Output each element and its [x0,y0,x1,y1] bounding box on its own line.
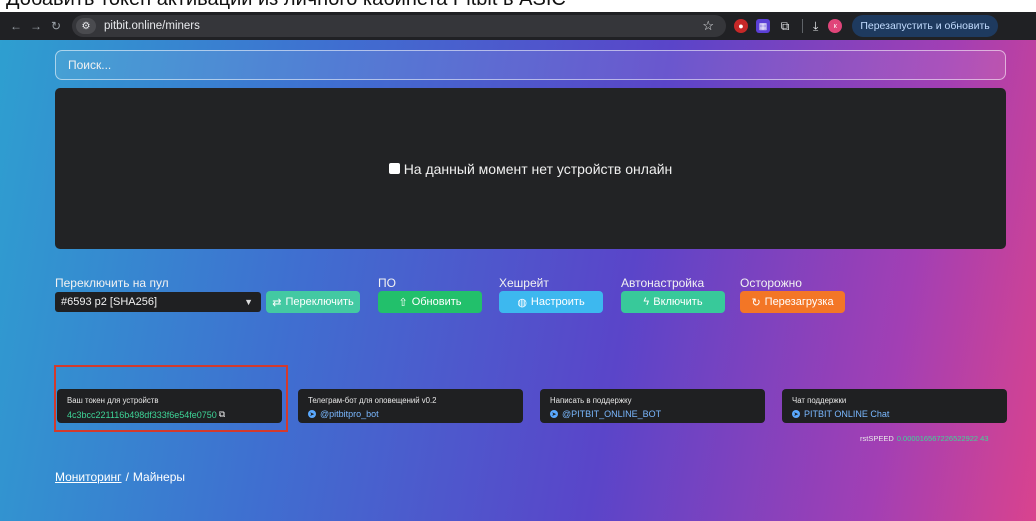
restart-update-button[interactable]: Перезапустить и обновить [852,15,998,37]
puzzle-icon[interactable]: ⧉ [778,19,792,33]
breadcrumb-current: Майнеры [132,470,186,484]
switch-button-label: Переключить [285,296,354,308]
tutorial-caption: Добавить токен активации из личного каби… [0,0,1036,12]
support-link[interactable]: @PITBIT_ONLINE_BOT [562,409,661,419]
page-content: Поиск... На данный момент нет устройств … [0,40,1036,521]
pool-label: Переключить на пул [55,276,169,290]
chat-card-title: Чат поддержки [792,396,847,405]
configure-button[interactable]: ◍ Настроить [499,291,603,313]
telegram-link[interactable]: @pitbitpro_bot [320,409,379,419]
chat-card: Чат поддержки ➤ PITBIT ONLINE Chat [782,389,1007,423]
breadcrumb-separator: / [125,470,129,484]
reboot-button-label: Перезагрузка [764,296,834,308]
chevron-down-icon: ▼ [244,297,253,307]
reload-icon[interactable]: ↻ [46,19,66,33]
checkbox-icon [388,163,400,174]
telegram-link-row[interactable]: ➤ @pitbitpro_bot [308,409,523,419]
url-text: pitbit.online/miners [104,20,200,32]
support-card-title: Написать в поддержку [550,396,632,405]
telegram-icon: ➤ [308,410,316,418]
chat-link-row[interactable]: ➤ PITBIT ONLINE Chat [792,409,1007,419]
address-bar[interactable]: ⚙ pitbit.online/miners ☆ [72,15,726,37]
refresh-icon: ↻ [751,296,761,309]
rst-label: rstSPEED [860,434,894,443]
back-icon[interactable]: ← [6,19,26,33]
forward-icon[interactable]: → [26,19,46,33]
update-button-label: Обновить [411,296,462,308]
hashrate-label: Хешрейт [499,276,549,290]
update-button[interactable]: ⇧ Обновить [378,291,482,313]
site-settings-icon[interactable]: ⚙ [76,18,96,34]
empty-state-text: На данный момент нет устройств онлайн [403,160,673,177]
extension-purple-icon[interactable]: ▦ [756,19,770,33]
devices-panel: На данный момент нет устройств онлайн [55,88,1006,249]
enable-button-label: Включить [653,296,703,308]
breadcrumb-monitoring-link[interactable]: Мониторинг [55,470,122,484]
support-link-row[interactable]: ➤ @PITBIT_ONLINE_BOT [550,409,765,419]
chat-link[interactable]: PITBIT ONLINE Chat [804,409,889,419]
support-card: Написать в поддержку ➤ @PITBIT_ONLINE_BO… [540,389,765,423]
switch-icon: ⇄ [272,296,282,309]
gauge-icon: ◍ [517,296,527,309]
extension-red-icon[interactable]: ● [734,19,748,33]
telegram-icon: ➤ [792,410,800,418]
pool-select-value: #6593 p2 [SHA256] [61,296,158,308]
telegram-card: Телеграм-бот для оповещений v0.2 ➤ @pitb… [298,389,523,423]
rst-speed: rstSPEED 0.000016567226522922 43 [860,434,989,443]
reboot-button[interactable]: ↻ Перезагрузка [740,291,845,313]
autotune-label: Автонастройка [621,276,705,290]
breadcrumb: Мониторинг / Майнеры [55,470,185,484]
telegram-icon: ➤ [550,410,558,418]
software-label: ПО [378,276,396,290]
search-input[interactable]: Поиск... [55,50,1006,80]
configure-button-label: Настроить [530,296,585,308]
switch-pool-button[interactable]: ⇄ Переключить [266,291,360,313]
download-icon[interactable]: ⤓ [813,19,818,34]
browser-toolbar: ← → ↻ ⚙ pitbit.online/miners ☆ ● ▦ ⧉ ⤓ к… [0,12,1036,40]
pool-select[interactable]: #6593 p2 [SHA256] ▼ [55,292,261,312]
caution-label: Осторожно [740,276,802,290]
star-icon[interactable]: ☆ [702,18,714,34]
token-highlight-frame [54,365,288,432]
tutorial-caption-text: Добавить токен активации из личного каби… [6,0,566,11]
profile-avatar[interactable]: к [828,19,843,33]
telegram-card-title: Телеграм-бот для оповещений v0.2 [308,396,437,405]
rst-value: 0.000016567226522922 43 [896,434,989,443]
upload-icon: ⇧ [398,296,408,309]
toolbar-divider [802,19,803,33]
enable-autotune-button[interactable]: ϟ Включить [621,291,725,313]
bolt-icon: ϟ [643,296,650,308]
